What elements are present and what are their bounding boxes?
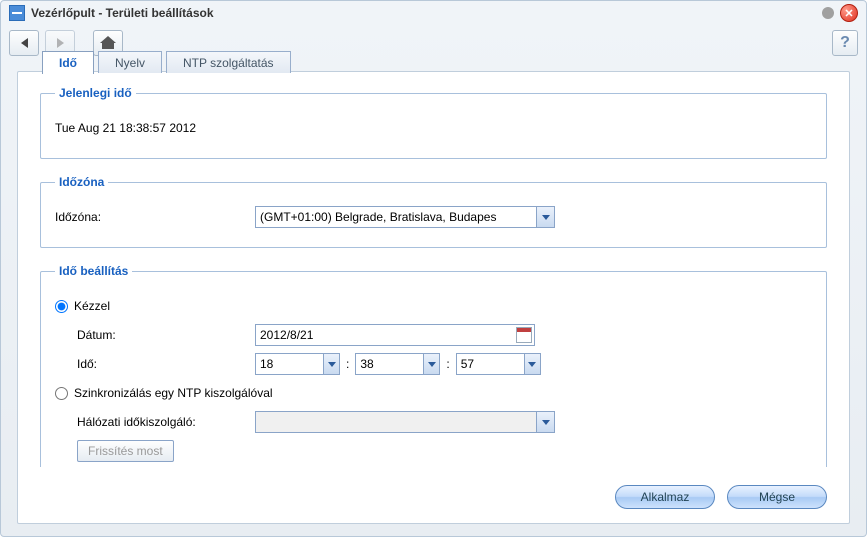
- content-panel: Idő Nyelv NTP szolgáltatás Jelenlegi idő…: [17, 71, 850, 524]
- control-panel-window: Vezérlőpult - Területi beállítások ✕ ? I…: [0, 0, 867, 537]
- tab-bar: Idő Nyelv NTP szolgáltatás: [42, 51, 295, 74]
- dropdown-button[interactable]: [536, 412, 554, 432]
- time-label: Idő:: [77, 357, 255, 371]
- chevron-down-icon: [528, 362, 536, 367]
- tab-language-label: Nyelv: [115, 56, 145, 70]
- chevron-down-icon: [542, 420, 550, 425]
- cancel-label: Mégse: [759, 490, 795, 504]
- panel-body: Jelenlegi idő Tue Aug 21 18:38:57 2012 I…: [40, 86, 827, 467]
- titlebar: Vezérlőpult - Területi beállítások ✕: [1, 1, 866, 25]
- timezone-group: Időzóna Időzóna: (GMT+01:00) Belgrade, B…: [40, 175, 827, 248]
- close-button[interactable]: ✕: [840, 4, 858, 22]
- chevron-down-icon: [542, 215, 550, 220]
- dropdown-button[interactable]: [323, 354, 339, 374]
- manual-radio-row[interactable]: Kézzel: [55, 299, 110, 313]
- timezone-select[interactable]: (GMT+01:00) Belgrade, Bratislava, Budape…: [255, 206, 555, 228]
- timezone-legend: Időzóna: [55, 175, 108, 189]
- date-input-value: 2012/8/21: [260, 328, 313, 342]
- time-setting-legend: Idő beállítás: [55, 264, 132, 278]
- calendar-icon[interactable]: [516, 327, 532, 343]
- second-value: 57: [461, 357, 474, 371]
- hour-select[interactable]: 18: [255, 353, 340, 375]
- apply-button[interactable]: Alkalmaz: [615, 485, 715, 509]
- hour-value: 18: [260, 357, 273, 371]
- current-time-value: Tue Aug 21 18:38:57 2012: [55, 121, 196, 135]
- tab-ntp-label: NTP szolgáltatás: [183, 56, 274, 70]
- timezone-label: Időzóna:: [55, 210, 255, 224]
- cancel-button[interactable]: Mégse: [727, 485, 827, 509]
- minute-value: 38: [360, 357, 373, 371]
- apply-label: Alkalmaz: [641, 490, 690, 504]
- tab-time-label: Idő: [59, 56, 77, 70]
- app-icon: [9, 5, 25, 21]
- help-button[interactable]: ?: [832, 30, 858, 56]
- colon-sep: :: [446, 357, 449, 371]
- minimize-icon[interactable]: [822, 7, 834, 19]
- dropdown-button[interactable]: [536, 207, 554, 227]
- dropdown-button[interactable]: [524, 354, 540, 374]
- tab-time[interactable]: Idő: [42, 51, 94, 74]
- manual-radio-label: Kézzel: [74, 299, 110, 313]
- footer: Alkalmaz Mégse: [615, 485, 827, 509]
- arrow-left-icon: [21, 38, 28, 48]
- manual-radio[interactable]: [55, 300, 68, 313]
- arrow-right-icon: [57, 38, 64, 48]
- second-select[interactable]: 57: [456, 353, 541, 375]
- tab-language[interactable]: Nyelv: [98, 51, 162, 73]
- ntp-server-select[interactable]: [255, 411, 555, 433]
- tab-ntp[interactable]: NTP szolgáltatás: [166, 51, 291, 73]
- timezone-select-value: (GMT+01:00) Belgrade, Bratislava, Budape…: [260, 210, 496, 224]
- current-time-group: Jelenlegi idő Tue Aug 21 18:38:57 2012: [40, 86, 827, 159]
- home-icon: [101, 37, 115, 49]
- ntp-radio-label: Szinkronizálás egy NTP kiszolgálóval: [74, 386, 273, 400]
- minute-select[interactable]: 38: [355, 353, 440, 375]
- window-title: Vezérlőpult - Területi beállítások: [31, 6, 214, 20]
- date-label: Dátum:: [77, 328, 255, 342]
- date-input[interactable]: 2012/8/21: [255, 324, 535, 346]
- ntp-radio-row[interactable]: Szinkronizálás egy NTP kiszolgálóval: [55, 386, 273, 400]
- chevron-down-icon: [428, 362, 436, 367]
- refresh-now-label: Frissítés most: [88, 444, 163, 458]
- time-setting-group: Idő beállítás Kézzel Dátum: 2012/8/21: [40, 264, 827, 467]
- dropdown-button[interactable]: [423, 354, 439, 374]
- server-label: Hálózati időkiszolgáló:: [77, 415, 255, 429]
- colon-sep: :: [346, 357, 349, 371]
- current-time-legend: Jelenlegi idő: [55, 86, 136, 100]
- chevron-down-icon: [328, 362, 336, 367]
- ntp-radio[interactable]: [55, 387, 68, 400]
- back-button[interactable]: [9, 30, 39, 56]
- refresh-now-button[interactable]: Frissítés most: [77, 440, 174, 462]
